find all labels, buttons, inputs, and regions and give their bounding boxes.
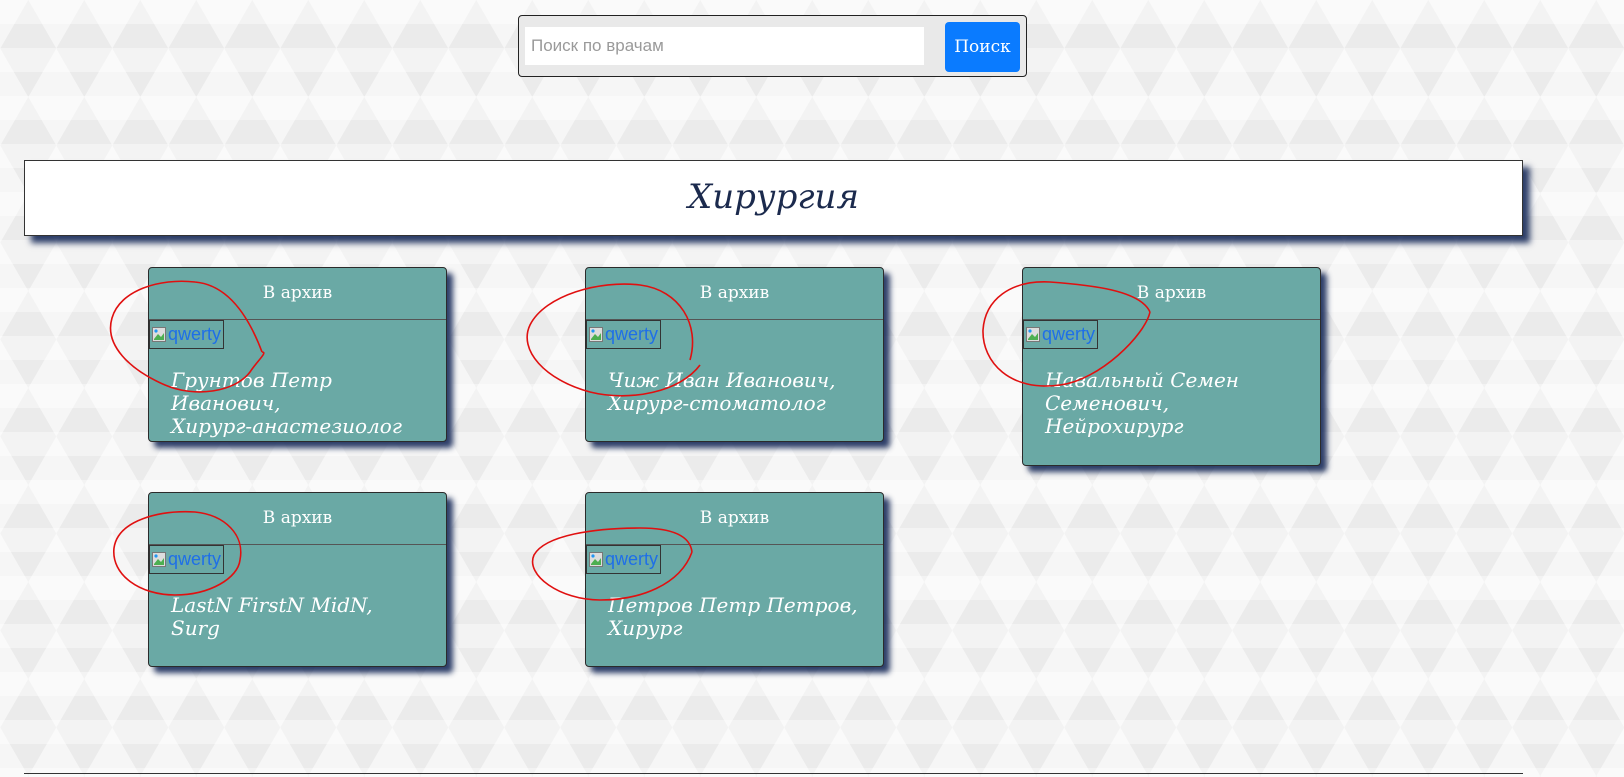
doctor-photo: qwerty [586,545,662,574]
archive-button[interactable]: В архив [586,493,883,545]
doctor-specialty: Хирург-стоматолог [608,391,826,415]
image-alt-text: qwerty [605,549,659,569]
doctor-specialty: Surg [171,616,220,640]
broken-image-icon [1026,327,1040,342]
doctor-name: Петров Петр Петров, [608,593,858,617]
doctor-specialty: Хирург [608,616,683,640]
doctor-name: Чиж Иван Иванович, [608,368,836,392]
doctor-card: В архив qwerty LastN FirstN MidN, Surg [148,492,447,667]
doctor-name: Навальный Семен Семенович, [1045,368,1239,415]
next-section-border [24,773,1523,777]
doctor-specialty: Нейрохирург [1045,414,1184,438]
doctor-photo: qwerty [1023,320,1099,349]
section-title: Хирургия [688,177,859,217]
search-bar: Поиск [518,15,1027,77]
archive-button[interactable]: В архив [586,268,883,320]
doctor-info: Петров Петр Петров, Хирург [608,594,865,640]
image-alt-text: qwerty [168,549,222,569]
archive-button[interactable]: В архив [1023,268,1320,320]
image-alt-text: qwerty [605,324,659,344]
doctor-card: В архив qwerty Навальный Семен Семенович… [1022,267,1321,466]
image-alt-text: qwerty [1042,324,1096,344]
broken-image-icon [589,327,603,342]
broken-image-icon [152,327,166,342]
doctor-info: LastN FirstN MidN, Surg [171,594,428,640]
archive-button[interactable]: В архив [149,268,446,320]
doctor-photo: qwerty [149,545,225,574]
doctor-card: В архив qwerty Чиж Иван Иванович, Хирург… [585,267,884,442]
image-alt-text: qwerty [168,324,222,344]
doctor-name: LastN FirstN MidN, [171,593,373,617]
section-header: Хирургия [24,160,1523,236]
broken-image-icon [152,552,166,567]
archive-button[interactable]: В архив [149,493,446,545]
doctor-info: Чиж Иван Иванович, Хирург-стоматолог [608,369,865,415]
doctor-photo: qwerty [586,320,662,349]
doctor-name: Грунтов Петр Иванович, [171,368,332,415]
search-button[interactable]: Поиск [945,22,1020,72]
doctor-info: Навальный Семен Семенович, Нейрохирург [1045,369,1302,438]
doctor-info: Грунтов Петр Иванович, Хирург-анастезиол… [171,369,428,438]
doctor-specialty: Хирург-анастезиолог [171,414,402,438]
doctor-card: В архив qwerty Петров Петр Петров, Хирур… [585,492,884,667]
broken-image-icon [589,552,603,567]
doctor-card: В архив qwerty Грунтов Петр Иванович, Хи… [148,267,447,442]
search-input[interactable] [525,27,924,65]
doctor-photo: qwerty [149,320,225,349]
